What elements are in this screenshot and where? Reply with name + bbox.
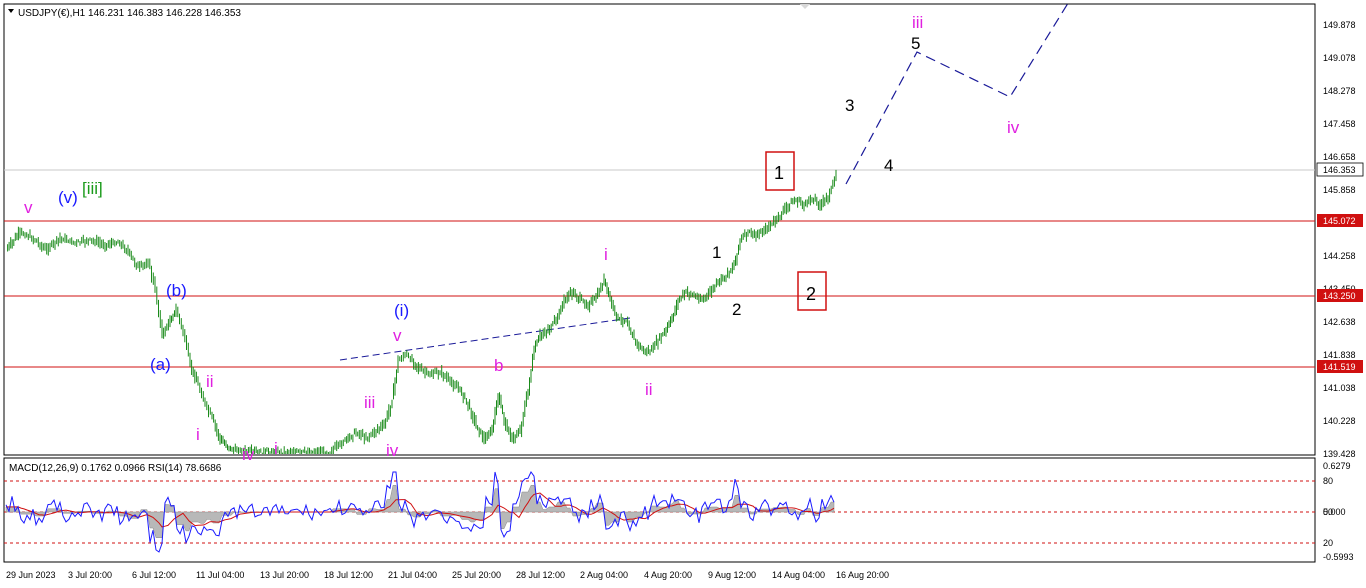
time-tick: 4 Aug 20:00 bbox=[644, 570, 692, 580]
indicator-tick: 0.000 bbox=[1323, 507, 1346, 517]
price-tick: 144.258 bbox=[1323, 251, 1356, 261]
time-tick: 16 Aug 20:00 bbox=[836, 570, 889, 580]
wave-label: iii bbox=[364, 393, 375, 412]
price-tick: 149.078 bbox=[1323, 53, 1356, 63]
wave-label: (a) bbox=[150, 355, 171, 374]
trading-chart[interactable]: USDJPY(€),H1 146.231 146.383 146.228 146… bbox=[0, 0, 1366, 588]
time-tick: 21 Jul 04:00 bbox=[388, 570, 437, 580]
price-tick: 141.838 bbox=[1323, 350, 1356, 360]
wave-label: iv bbox=[386, 441, 399, 460]
indicator-tick: 20 bbox=[1323, 538, 1333, 548]
wave-label: 2 bbox=[806, 284, 816, 304]
wave-label: (i) bbox=[394, 301, 409, 320]
wave-label: i bbox=[604, 245, 608, 264]
time-tick: 18 Jul 12:00 bbox=[324, 570, 373, 580]
price-tick: 149.878 bbox=[1323, 20, 1356, 30]
wave-label: [iii] bbox=[82, 179, 103, 198]
wave-label: (v) bbox=[58, 188, 78, 207]
price-tick: 142.638 bbox=[1323, 317, 1356, 327]
wave-label: ii bbox=[206, 372, 214, 391]
wave-label: iv bbox=[1007, 118, 1020, 137]
wave-label: 4 bbox=[884, 156, 893, 175]
wave-label: i bbox=[196, 425, 200, 444]
wave-label: 2 bbox=[732, 300, 741, 319]
indicator-tick: 80 bbox=[1323, 476, 1333, 486]
level-value: 141.519 bbox=[1323, 362, 1356, 372]
time-tick: 9 Aug 12:00 bbox=[708, 570, 756, 580]
level-value: 145.072 bbox=[1323, 216, 1356, 226]
wave-label: v bbox=[24, 198, 33, 217]
price-tick: 146.658 bbox=[1323, 152, 1356, 162]
level-value: 143.250 bbox=[1323, 291, 1356, 301]
wave-label: 3 bbox=[845, 96, 854, 115]
time-tick: 3 Jul 20:00 bbox=[68, 570, 112, 580]
time-tick: 11 Jul 04:00 bbox=[196, 570, 244, 580]
wave-label: b bbox=[494, 356, 503, 375]
time-tick: 13 Jul 20:00 bbox=[260, 570, 309, 580]
time-axis[interactable]: 29 Jun 2023 3 Jul 20:00 6 Jul 12:00 11 J… bbox=[6, 570, 889, 580]
indicator-tick: 0.6279 bbox=[1323, 461, 1351, 471]
indicator-header: MACD(12,26,9) 0.1762 0.0966 RSI(14) 78.6… bbox=[9, 463, 222, 474]
wave-label: 1 bbox=[774, 163, 784, 183]
symbol-header: USDJPY(€),H1 146.231 146.383 146.228 146… bbox=[18, 8, 241, 19]
time-tick: 6 Jul 12:00 bbox=[132, 570, 176, 580]
price-tick: 139.428 bbox=[1323, 449, 1356, 459]
price-axis[interactable]: 149.878 149.078 148.278 147.458 146.658 … bbox=[1316, 20, 1364, 459]
wave-label: v bbox=[393, 326, 402, 345]
price-tick: 148.278 bbox=[1323, 86, 1356, 96]
price-tick: 140.228 bbox=[1323, 416, 1356, 426]
wave-label: 1 bbox=[712, 243, 721, 262]
current-price-value: 146.353 bbox=[1323, 165, 1356, 175]
wave-label: ii bbox=[645, 380, 653, 399]
price-tick: 141.038 bbox=[1323, 383, 1356, 393]
time-tick: 2 Aug 04:00 bbox=[580, 570, 628, 580]
time-tick: 29 Jun 2023 bbox=[6, 570, 56, 580]
wave-label: iv bbox=[242, 445, 255, 464]
time-tick: 28 Jul 12:00 bbox=[516, 570, 565, 580]
price-panel[interactable] bbox=[3, 3, 1316, 456]
wave-label: i bbox=[274, 439, 278, 458]
price-tick: 145.858 bbox=[1323, 185, 1356, 195]
time-tick: 14 Aug 04:00 bbox=[772, 570, 825, 580]
wave-label: (b) bbox=[166, 281, 187, 300]
indicator-axis: 0.6279 80 50 0.000 20 -0.5993 bbox=[1323, 461, 1354, 562]
wave-label: 5 bbox=[911, 34, 920, 53]
price-tick: 147.458 bbox=[1323, 119, 1356, 129]
wave-label: iii bbox=[912, 13, 923, 32]
indicator-tick: -0.5993 bbox=[1323, 552, 1354, 562]
time-tick: 25 Jul 20:00 bbox=[452, 570, 501, 580]
